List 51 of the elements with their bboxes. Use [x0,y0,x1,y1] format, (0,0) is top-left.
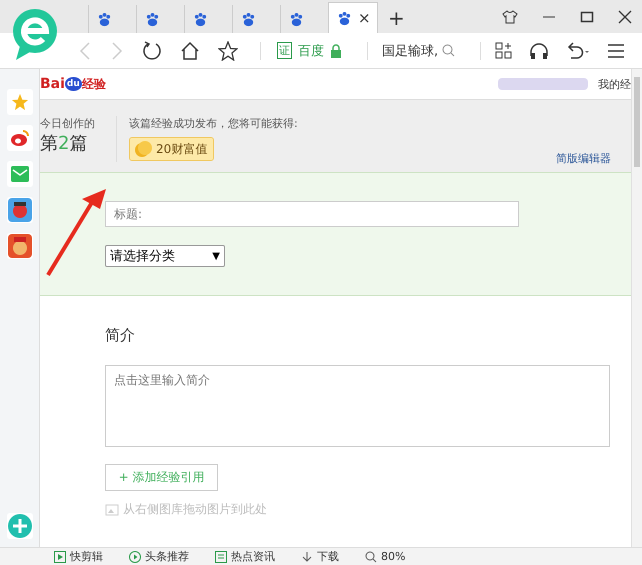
maximize-icon[interactable] [580,10,594,24]
site-name: 百度 [298,42,324,60]
mail-icon[interactable] [6,161,32,187]
category-dropdown[interactable]: 请选择分类 ▼ [105,245,225,267]
paw-icon [337,10,352,26]
intro-field[interactable]: 点击这里输入简介 [105,365,610,447]
simple-editor-link[interactable]: 简版编辑器 [556,151,611,166]
paw-icon [97,12,112,26]
undo-icon[interactable] [565,42,591,60]
image-icon [105,504,119,516]
star-icon[interactable] [218,40,238,60]
paw-icon [193,12,208,26]
status-item[interactable]: 头条推荐 [145,549,189,564]
today-label: 今日创作的 [40,116,96,131]
play-icon[interactable] [129,550,141,562]
count-suffix: 篇 [69,133,88,154]
shirt-icon[interactable] [502,10,518,24]
zoom-icon[interactable] [365,550,377,562]
status-item[interactable]: 热点资讯 [231,549,275,564]
refresh-icon[interactable] [142,40,162,60]
status-item[interactable]: 80% [381,550,406,563]
new-tab-button[interactable]: + [388,6,405,30]
download-icon[interactable] [301,550,313,562]
paw-icon [289,12,304,26]
search-icon [442,44,456,57]
title-field[interactable]: 标题: [105,201,519,227]
site-logo[interactable]: Bai du 经验 [40,76,106,92]
drag-hint: 从右侧图库拖动图片到此处 [123,501,267,518]
count-number: 2 [58,133,70,154]
scrollbar-thumb[interactable] [634,77,640,167]
lock-icon [330,44,342,58]
paw-icon [241,12,256,26]
headphones-icon[interactable] [529,42,549,60]
home-icon[interactable] [180,40,200,60]
coin-icon [134,140,154,158]
close-tab-button[interactable]: × [358,9,371,27]
reward-badge: 20财富值 [129,137,214,161]
intro-heading: 简介 [105,326,136,345]
apps-icon[interactable] [495,42,513,60]
reward-label: 该篇经验成功发布，您将可能获得: [129,116,298,131]
count-prefix: 第 [40,133,58,154]
paw-icon [145,12,160,26]
certificate-badge[interactable]: 证 [277,42,292,59]
news-icon[interactable] [215,550,227,562]
close-icon[interactable] [618,10,632,24]
search-field[interactable]: 国足输球, [367,42,472,60]
status-item[interactable]: 下载 [317,549,339,564]
status-item[interactable]: 快剪辑 [70,549,103,564]
browser-tab[interactable]: × [328,2,378,33]
my-experience-link[interactable]: 我的经 [598,76,631,92]
menu-icon[interactable] [607,42,625,58]
